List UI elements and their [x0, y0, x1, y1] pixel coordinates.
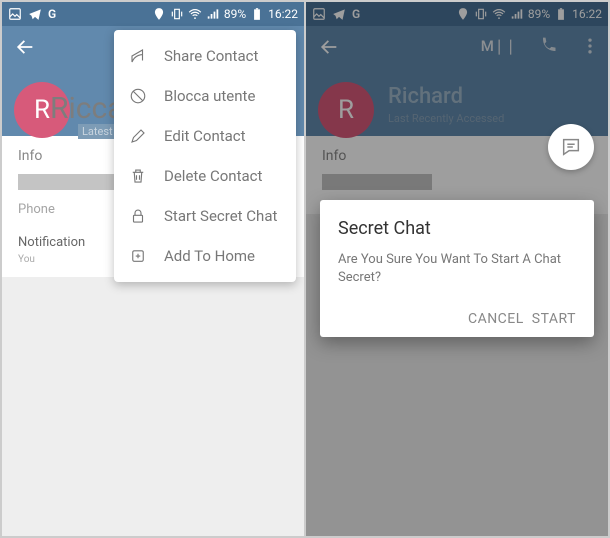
- signal-icon: [206, 7, 220, 21]
- pencil-icon: [128, 127, 148, 145]
- start-button[interactable]: START: [532, 311, 576, 327]
- location-icon: [152, 7, 166, 21]
- telegram-icon: [28, 7, 42, 21]
- menu-label: Edit Contact: [164, 127, 246, 145]
- contact-name: Ricca: [50, 91, 124, 126]
- menu-secret-chat[interactable]: Start Secret Chat: [114, 196, 296, 236]
- latest-badge: Latest: [78, 124, 117, 139]
- menu-delete-contact[interactable]: Delete Contact: [114, 156, 296, 196]
- lock-icon: [128, 207, 148, 225]
- block-icon: [128, 87, 148, 105]
- avatar-initial: R: [34, 95, 50, 125]
- clock: 16:22: [268, 7, 298, 21]
- status-bar: G 89% 16:22: [2, 2, 304, 26]
- menu-label: Delete Contact: [164, 167, 262, 185]
- back-button[interactable]: [14, 36, 36, 62]
- g-icon: G: [48, 7, 56, 21]
- battery-icon: [250, 7, 264, 21]
- menu-share-contact[interactable]: Share Contact: [114, 36, 296, 76]
- menu-label: Blocca utente: [164, 87, 255, 105]
- menu-label: Share Contact: [164, 47, 258, 65]
- trash-icon: [128, 167, 148, 185]
- dialog-text: Are You Sure You Want To Start A Chat Se…: [338, 251, 576, 287]
- menu-label: Add To Home: [164, 247, 255, 265]
- share-icon: [128, 47, 148, 65]
- vibrate-icon: [170, 7, 184, 21]
- redacted-number: [18, 174, 128, 190]
- wifi-icon: [188, 7, 202, 21]
- add-home-icon: [128, 247, 148, 265]
- battery-pct: 89%: [224, 7, 246, 21]
- menu-add-to-home[interactable]: Add To Home: [114, 236, 296, 276]
- context-menu: Share Contact Blocca utente Edit Contact…: [114, 30, 296, 282]
- right-screen: G 89% 16:22 M❘❘ R: [306, 2, 608, 536]
- menu-block-user[interactable]: Blocca utente: [114, 76, 296, 116]
- chat-fab[interactable]: [548, 124, 594, 170]
- chat-icon: [560, 136, 582, 158]
- left-screen: G 89% 16:22 R Ricca Latest Info: [2, 2, 304, 536]
- image-icon: [8, 7, 22, 21]
- cancel-button[interactable]: CANCEL: [468, 311, 524, 327]
- dialog-title: Secret Chat: [338, 218, 576, 239]
- menu-edit-contact[interactable]: Edit Contact: [114, 116, 296, 156]
- secret-chat-dialog: Secret Chat Are You Sure You Want To Sta…: [320, 200, 594, 337]
- menu-label: Start Secret Chat: [164, 207, 277, 225]
